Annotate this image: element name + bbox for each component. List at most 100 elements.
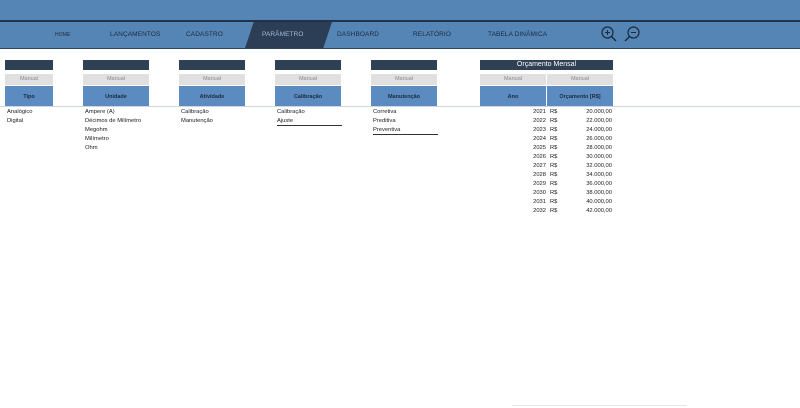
table-row: 2023 R$ 24.000,00 <box>480 126 614 135</box>
budget-year[interactable]: 2023 <box>533 126 546 135</box>
table-row: 2024 R$ 26.000,00 <box>480 135 614 144</box>
top-banner <box>0 0 800 20</box>
budget-value[interactable]: 34.000,00 <box>586 171 612 180</box>
zoom-out-icon[interactable] <box>623 25 641 43</box>
unidade-header: Unidade <box>83 86 149 106</box>
manutencao-item[interactable]: Corretiva <box>373 108 438 117</box>
unidade-top-bar <box>83 60 149 70</box>
table-row: 2032 R$ 42.000,00 <box>480 207 614 216</box>
budget-value[interactable]: 20.000,00 <box>586 108 612 117</box>
manutencao-manual-label: Manual <box>371 74 437 85</box>
budget-title: Orçamento Mensal <box>480 60 613 70</box>
budget-year[interactable]: 2026 <box>533 153 546 162</box>
atividade-manual-label: Manual <box>179 74 245 85</box>
unidade-item[interactable]: Ohm <box>85 144 141 153</box>
manutencao-item[interactable]: Preventiva <box>373 126 438 135</box>
budget-currency: R$ <box>550 199 558 205</box>
budget-year[interactable]: 2021 <box>533 108 546 117</box>
atividade-item[interactable]: Calibração <box>181 108 213 117</box>
manutencao-item[interactable]: Preditiva <box>373 117 438 126</box>
budget-currency: R$ <box>550 181 558 187</box>
budget-year[interactable]: 2031 <box>533 198 546 207</box>
calibracao-list: Calibração Ajuste <box>277 108 342 126</box>
budget-value[interactable]: 32.000,00 <box>586 162 612 171</box>
unidade-item[interactable]: Ampere (A) <box>85 108 141 117</box>
budget-value[interactable]: 38.000,00 <box>586 189 612 198</box>
budget-value[interactable]: 42.000,00 <box>586 207 612 216</box>
budget-currency: R$ <box>550 154 558 160</box>
calibracao-header: Calibração <box>275 86 341 106</box>
navigation-bar: HOME LANÇAMENTOS CADASTRO PARÂMETRO DASH… <box>0 22 800 48</box>
atividade-list: Calibração Manutenção <box>181 108 213 126</box>
budget-year[interactable]: 2025 <box>533 144 546 153</box>
budget-year[interactable]: 2022 <box>533 117 546 126</box>
calibracao-top-bar <box>275 60 341 70</box>
nav-parametro[interactable]: PARÂMETRO <box>262 22 304 48</box>
unidade-item[interactable]: Décimos de Milímetro <box>85 117 141 126</box>
nav-home[interactable]: HOME <box>55 22 70 48</box>
budget-currency: R$ <box>550 109 558 115</box>
budget-value[interactable]: 24.000,00 <box>586 126 612 135</box>
manutencao-list: Corretiva Preditiva Preventiva <box>373 108 438 135</box>
unidade-item[interactable]: Megohm <box>85 126 141 135</box>
calibracao-item[interactable]: Calibração <box>277 108 342 117</box>
budget-year[interactable]: 2030 <box>533 189 546 198</box>
budget-currency: R$ <box>550 118 558 124</box>
budget-year[interactable]: 2029 <box>533 180 546 189</box>
unidade-item[interactable]: Milímetro <box>85 135 141 144</box>
budget-value[interactable]: 28.000,00 <box>586 144 612 153</box>
budget-currency: R$ <box>550 190 558 196</box>
header-divider <box>0 106 800 107</box>
zoom-in-icon[interactable] <box>600 25 618 43</box>
table-row: 2021 R$ 20.000,00 <box>480 108 614 117</box>
atividade-item[interactable]: Manutenção <box>181 117 213 126</box>
budget-currency: R$ <box>550 208 558 214</box>
table-row: 2029 R$ 36.000,00 <box>480 180 614 189</box>
budget-ano-manual-label: Manual <box>480 74 546 85</box>
table-row: 2031 R$ 40.000,00 <box>480 198 614 207</box>
atividade-top-bar <box>179 60 245 70</box>
horizontal-scrollbar[interactable] <box>512 405 687 406</box>
budget-year[interactable]: 2027 <box>533 162 546 171</box>
nav-dashboard[interactable]: DASHBOARD <box>337 22 379 48</box>
nav-relatorio[interactable]: RELATÓRIO <box>413 22 451 48</box>
budget-value[interactable]: 40.000,00 <box>586 198 612 207</box>
nav-lancamentos[interactable]: LANÇAMENTOS <box>110 22 160 48</box>
tipo-item[interactable]: Digital <box>7 117 32 126</box>
tipo-manual-label: Manual <box>5 74 53 85</box>
nav-divider <box>0 48 800 49</box>
table-row: 2026 R$ 30.000,00 <box>480 153 614 162</box>
budget-currency: R$ <box>550 127 558 133</box>
budget-orcamento-header: Orçamento [R$] <box>547 86 613 106</box>
budget-value[interactable]: 36.000,00 <box>586 180 612 189</box>
unidade-list: Ampere (A) Décimos de Milímetro Megohm M… <box>85 108 141 153</box>
budget-year[interactable]: 2024 <box>533 135 546 144</box>
manutencao-header: Manutenção <box>371 86 437 106</box>
atividade-header: Atividade <box>179 86 245 106</box>
budget-currency: R$ <box>550 136 558 142</box>
budget-value[interactable]: 22.000,00 <box>586 117 612 126</box>
unidade-manual-label: Manual <box>83 74 149 85</box>
budget-value[interactable]: 26.000,00 <box>586 135 612 144</box>
tipo-list: Analógico Digital <box>7 108 32 126</box>
table-row: 2025 R$ 28.000,00 <box>480 144 614 153</box>
tipo-top-bar <box>5 60 53 70</box>
budget-currency: R$ <box>550 145 558 151</box>
manutencao-top-bar <box>371 60 437 70</box>
nav-cadastro[interactable]: CADASTRO <box>186 22 223 48</box>
budget-currency: R$ <box>550 163 558 169</box>
tipo-header: Tipo <box>5 86 53 106</box>
calibracao-manual-label: Manual <box>275 74 341 85</box>
budget-ano-header: Ano <box>480 86 546 106</box>
budget-year[interactable]: 2028 <box>533 171 546 180</box>
calibracao-item[interactable]: Ajuste <box>277 117 342 126</box>
table-row: 2030 R$ 38.000,00 <box>480 189 614 198</box>
table-row: 2022 R$ 22.000,00 <box>480 117 614 126</box>
budget-currency: R$ <box>550 172 558 178</box>
tipo-item[interactable]: Analógico <box>7 108 32 117</box>
budget-year[interactable]: 2032 <box>533 207 546 216</box>
table-row: 2028 R$ 34.000,00 <box>480 171 614 180</box>
nav-tabela-dinamica[interactable]: TABELA DINÂMICA <box>488 22 547 48</box>
table-row: 2027 R$ 32.000,00 <box>480 162 614 171</box>
budget-value[interactable]: 30.000,00 <box>586 153 612 162</box>
